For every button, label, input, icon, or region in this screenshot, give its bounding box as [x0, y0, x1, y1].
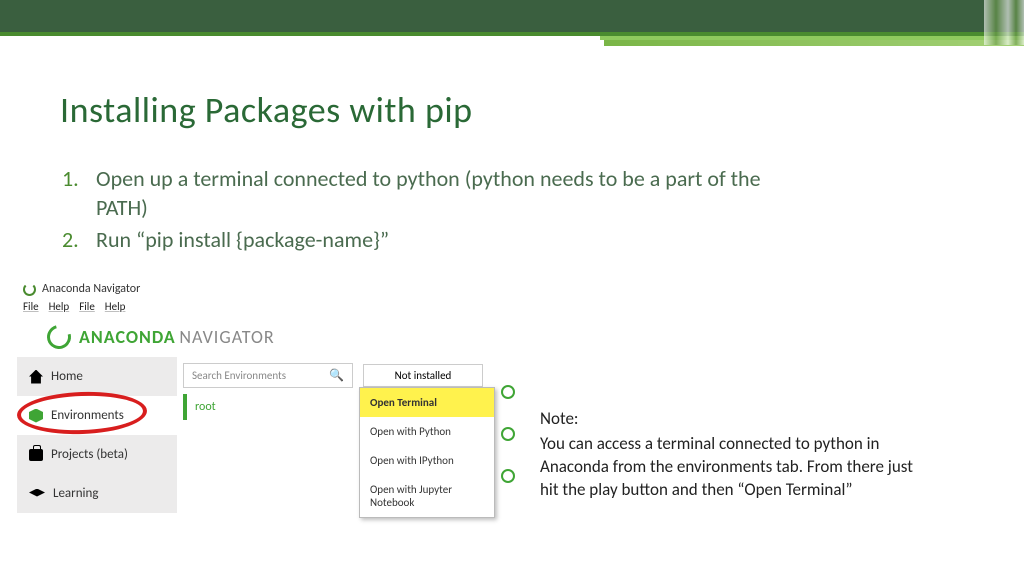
filter-label: Not installed — [395, 369, 452, 382]
step-text: Open up a terminal connected to python (… — [96, 165, 762, 222]
menu-item-help[interactable]: Help — [105, 300, 126, 313]
environment-row-root[interactable]: root — [183, 394, 387, 420]
sidebar-item-home[interactable]: Home — [17, 357, 177, 396]
sidebar-item-label: Home — [51, 369, 83, 384]
step-text: Run “pip install {package-name}” — [96, 226, 389, 255]
package-status-column — [501, 385, 517, 511]
slide-accent-line-2 — [604, 40, 1024, 46]
step-number: 2. — [62, 226, 96, 255]
sidebar-item-projects[interactable]: Projects (beta) — [17, 435, 177, 474]
sidebar-item-label: Environments — [51, 408, 124, 423]
dropdown-open-terminal[interactable]: Open Terminal — [360, 388, 494, 417]
sidebar-item-environments[interactable]: Environments — [17, 396, 177, 435]
graduation-cap-icon — [29, 489, 45, 499]
filter-select[interactable]: Not installed — [363, 364, 483, 387]
menu-item-help[interactable]: Help — [49, 300, 70, 313]
sidebar-item-learning[interactable]: Learning — [17, 474, 177, 513]
slide-top-banner — [0, 0, 1024, 32]
slide-title: Installing Packages with pip — [60, 88, 473, 132]
note-body: You can access a terminal connected to p… — [540, 433, 930, 502]
search-icon: 🔍 — [329, 368, 344, 383]
step-number: 1. — [62, 165, 96, 222]
search-placeholder: Search Environments — [192, 369, 286, 382]
navigator-main-panel: Search Environments 🔍 Not installed root… — [177, 357, 527, 513]
menu-bar: File Help File Help — [17, 298, 527, 319]
window-title-text: Anaconda Navigator — [42, 282, 140, 296]
step-item: 2. Run “pip install {package-name}” — [62, 226, 762, 255]
status-circle-icon — [501, 385, 515, 399]
note-block: Note: You can access a terminal connecte… — [540, 408, 930, 502]
logo-text-light: NAVIGATOR — [179, 326, 274, 348]
sidebar-item-label: Projects (beta) — [51, 447, 128, 462]
search-environments-input[interactable]: Search Environments 🔍 — [183, 363, 353, 388]
menu-item-file[interactable]: File — [79, 300, 95, 313]
sidebar-item-label: Learning — [53, 486, 98, 501]
logo-text-bold: ANACONDA — [79, 326, 176, 348]
anaconda-ring-icon — [43, 321, 76, 354]
window-title-bar: Anaconda Navigator — [17, 280, 527, 298]
dropdown-open-python[interactable]: Open with Python — [360, 417, 494, 446]
steps-list: 1. Open up a terminal connected to pytho… — [62, 165, 762, 259]
navigator-logo: ANACONDA NAVIGATOR — [17, 319, 527, 357]
environment-actions-dropdown: Open Terminal Open with Python Open with… — [359, 387, 495, 518]
status-circle-icon — [501, 427, 515, 441]
cube-icon — [29, 409, 43, 423]
slide-accent-stripes — [984, 0, 1024, 45]
anaconda-navigator-screenshot: Anaconda Navigator File Help File Help A… — [17, 280, 527, 513]
environment-name: root — [195, 400, 216, 414]
status-circle-icon — [501, 469, 515, 483]
dropdown-open-jupyter[interactable]: Open with Jupyter Notebook — [360, 475, 494, 517]
menu-item-file[interactable]: File — [23, 300, 39, 313]
navigator-body: Home Environments Projects (beta) Learni… — [17, 357, 527, 513]
dropdown-open-ipython[interactable]: Open with IPython — [360, 446, 494, 475]
briefcase-icon — [29, 449, 43, 461]
note-title: Note: — [540, 408, 930, 431]
spinner-icon — [23, 283, 36, 296]
step-item: 1. Open up a terminal connected to pytho… — [62, 165, 762, 222]
navigator-sidebar: Home Environments Projects (beta) Learni… — [17, 357, 177, 513]
home-icon — [29, 370, 43, 384]
